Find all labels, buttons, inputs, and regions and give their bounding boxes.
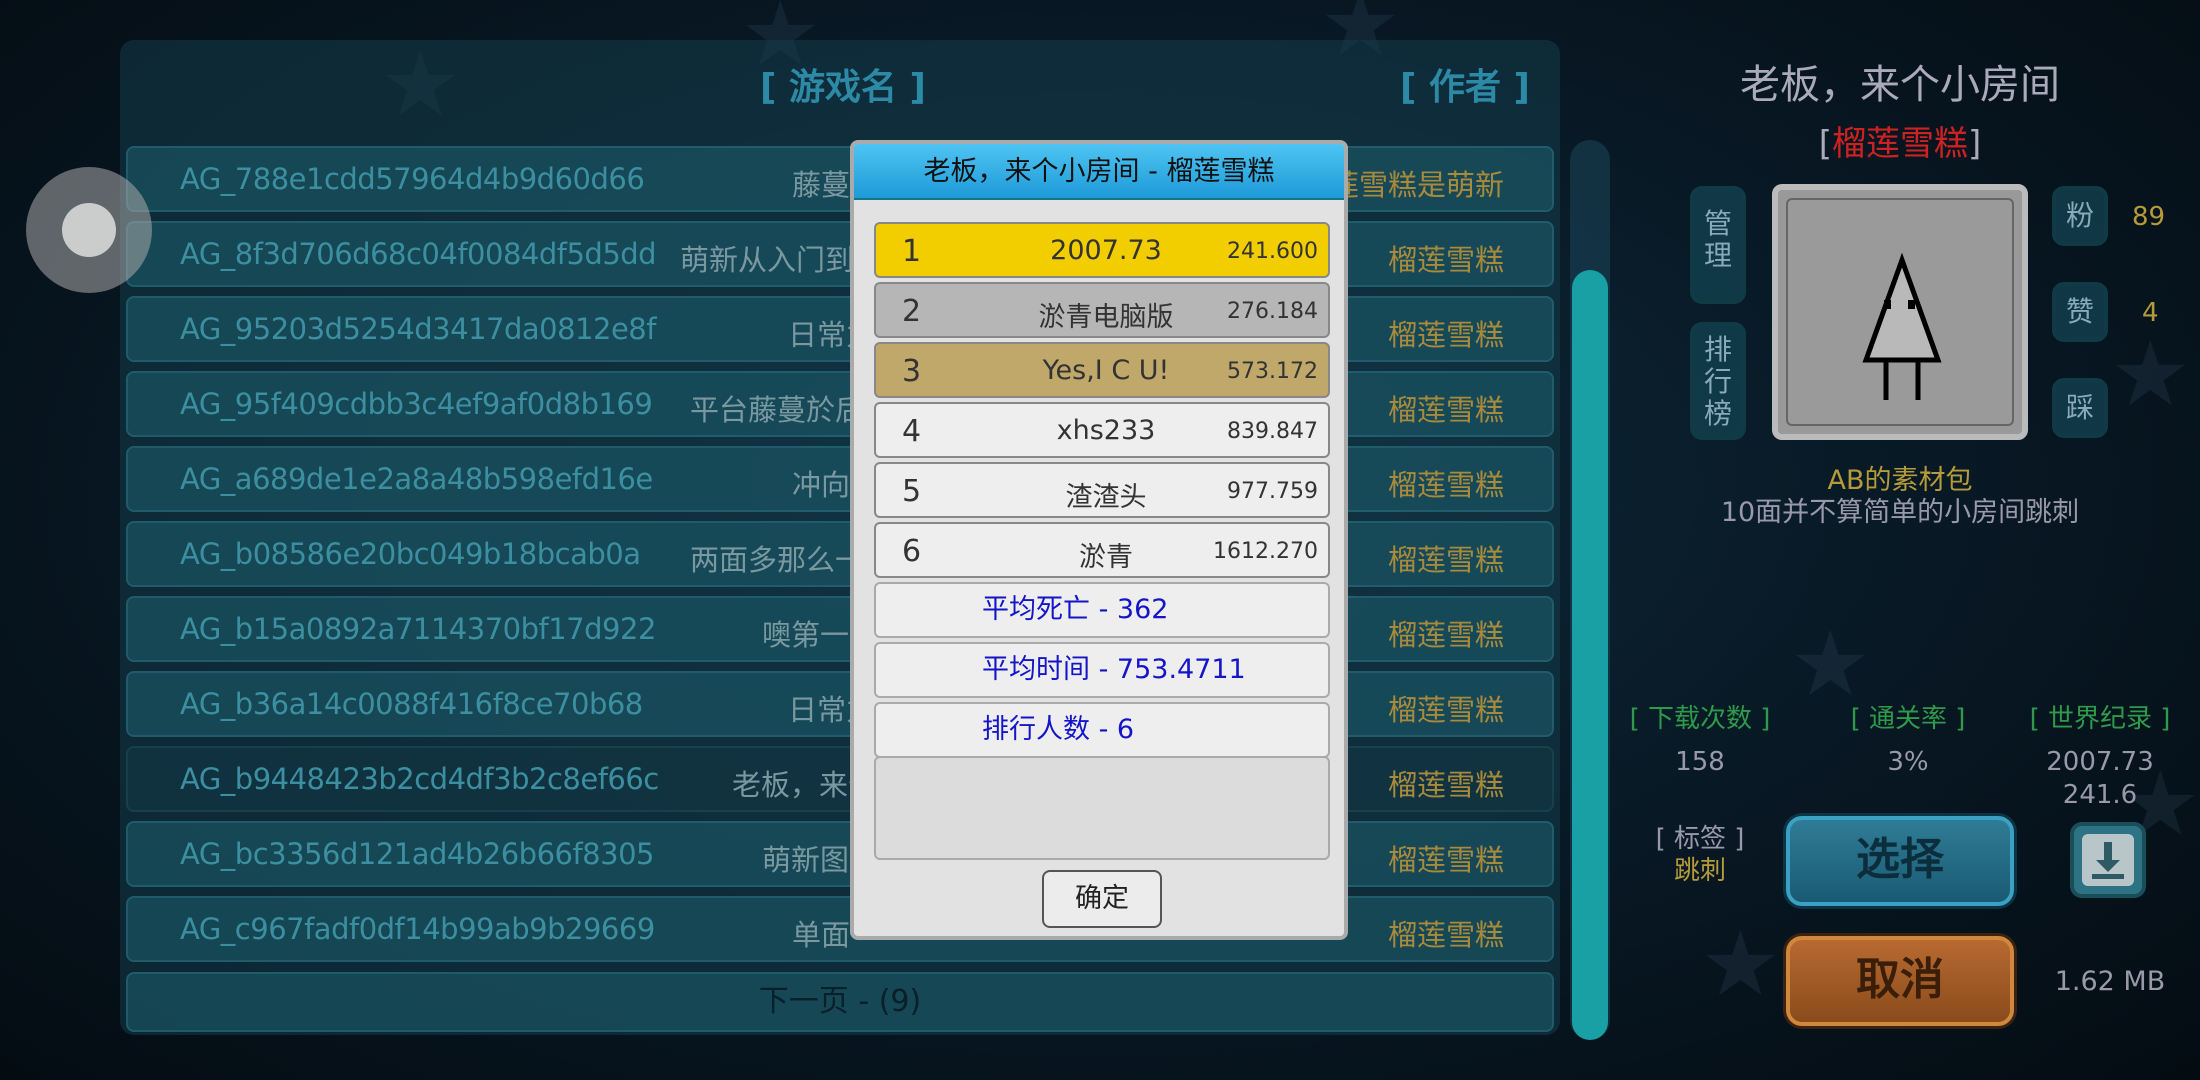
level-author: 榴莲雪糕: [1387, 618, 1504, 652]
clear-rate-header: [ 通关率 ]: [1850, 704, 1966, 734]
level-name: 萌新图: [762, 843, 850, 877]
entry-rank: 4: [902, 414, 922, 449]
column-header-author: [ 作者 ]: [1400, 67, 1530, 108]
like-count: 4: [2142, 298, 2159, 328]
empty-area: [874, 756, 1330, 860]
level-id: AG_a689de1e2a8a48b598efd16e: [180, 462, 653, 496]
level-id: AG_95f409cdbb3c4ef9af0d8b169: [180, 387, 653, 421]
level-id: AG_788e1cdd57964d4b9d60d66: [180, 162, 645, 196]
ok-button[interactable]: 确定: [1042, 870, 1162, 928]
entry-rank: 1: [902, 234, 922, 269]
level-name: 萌新从入门到: [680, 243, 855, 277]
average-time: 平均时间 - 753.4711: [874, 642, 1330, 698]
level-name: 单面: [792, 918, 851, 952]
level-author: 榴莲雪糕: [1387, 918, 1504, 952]
world-record-header: [ 世界纪录 ]: [2029, 704, 2171, 734]
level-author: 榴莲雪糕: [1387, 768, 1504, 802]
level-author: 莲雪糕是萌新: [1329, 168, 1504, 202]
level-author-name: [榴莲雪糕]: [1640, 116, 2160, 165]
background-star: ★: [2110, 322, 2191, 427]
leaderboard-dialog: 老板，来个小房间 - 榴莲雪糕 1 2007.73 241.600 2 淤青电脑…: [850, 140, 1348, 940]
level-preview-image: [1772, 184, 2028, 440]
clear-rate-value: 3%: [1887, 747, 1929, 777]
level-name: 藤蔓: [792, 168, 851, 202]
fans-button[interactable]: 粉: [2052, 186, 2108, 246]
entry-rank: 6: [902, 534, 922, 569]
level-name: 冲向: [792, 468, 851, 502]
preview-frame: [1786, 198, 2014, 426]
level-author: 榴莲雪糕: [1387, 318, 1504, 352]
world-record-value: 2007.73 241.6: [2000, 746, 2200, 812]
level-author: 榴莲雪糕: [1387, 543, 1504, 577]
level-id: AG_b15a0892a7114370bf17d922: [180, 612, 656, 646]
level-id: AG_b36a14c0088f416f8ce70b68: [180, 687, 643, 721]
entry-time: 839.847: [1227, 419, 1318, 444]
author-name: 榴莲雪糕: [1832, 124, 1968, 164]
leaderboard-button[interactable]: 排行榜: [1690, 322, 1746, 440]
entry-player: xhs233: [1056, 415, 1156, 446]
entry-rank: 2: [902, 294, 922, 329]
leaderboard-entry: 3 Yes,I C U! 573.172: [874, 342, 1330, 398]
entry-player: Yes,I C U!: [1042, 355, 1170, 386]
entry-time: 276.184: [1227, 299, 1318, 324]
level-description-line2: 10面并不算简单的小房间跳刺: [1720, 497, 2080, 528]
leaderboard-entry: 4 xhs233 839.847: [874, 402, 1330, 458]
downloads-value: 158: [1675, 747, 1725, 777]
entry-player: 淤青电脑版: [1038, 302, 1174, 333]
level-title: 老板，来个小房间: [1740, 62, 2060, 108]
level-name: 两面多那么一: [690, 543, 865, 577]
ranked-player-count: 排行人数 - 6: [874, 702, 1330, 758]
dislike-button[interactable]: 踩: [2052, 378, 2108, 438]
level-id: AG_b08586e20bc049b18bcab0a: [180, 537, 641, 571]
entry-time: 241.600: [1227, 239, 1318, 264]
entry-time: 977.759: [1227, 479, 1318, 504]
bracket-close: ]: [1968, 124, 1982, 164]
level-author: 榴莲雪糕: [1387, 468, 1504, 502]
entry-time: 573.172: [1227, 359, 1318, 384]
downloads-header: [ 下载次数 ]: [1629, 704, 1771, 734]
manage-button[interactable]: 管理: [1690, 186, 1746, 304]
joystick-knob[interactable]: [62, 203, 116, 257]
level-author: 榴莲雪糕: [1387, 693, 1504, 727]
bracket-open: [: [1818, 124, 1832, 164]
leaderboard-entry: 1 2007.73 241.600: [874, 222, 1330, 278]
world-record-holder: 2007.73: [2046, 747, 2154, 777]
like-button[interactable]: 赞: [2052, 282, 2108, 342]
entry-player: 2007.73: [1050, 235, 1162, 266]
download-icon: [2082, 834, 2134, 886]
background-star: ★: [1700, 912, 1781, 1017]
level-id: AG_95203d5254d3417da0812e8f: [180, 312, 656, 346]
level-id: AG_8f3d706d68c04f0084df5d5dd: [180, 237, 657, 271]
character-icon: [1862, 252, 1942, 400]
fans-count: 89: [2132, 202, 2166, 232]
level-author: 榴莲雪糕: [1387, 243, 1504, 277]
leaderboard-entry: 5 渣渣头 977.759: [874, 462, 1330, 518]
entry-player: 渣渣头: [1065, 482, 1147, 513]
virtual-joystick[interactable]: [26, 167, 152, 293]
download-button[interactable]: [2070, 822, 2146, 898]
level-id: AG_b9448423b2cd4df3b2c8ef66c: [180, 762, 659, 796]
leaderboard-entry: 6 淤青 1612.270: [874, 522, 1330, 578]
level-id: AG_c967fadf0df14b99ab9b29669: [180, 912, 655, 946]
leaderboard-entry: 2 淤青电脑版 276.184: [874, 282, 1330, 338]
file-size: 1.62 MB: [2054, 966, 2166, 997]
cancel-button[interactable]: 取消: [1786, 936, 2014, 1026]
entry-rank: 3: [902, 354, 922, 389]
world-record-time: 241.6: [2062, 780, 2138, 810]
level-author: 榴莲雪糕: [1387, 393, 1504, 427]
level-id: AG_bc3356d121ad4b26b66f8305: [180, 837, 654, 871]
select-button[interactable]: 选择: [1786, 816, 2014, 906]
entry-time: 1612.270: [1213, 539, 1318, 564]
tag-value: 跳刺: [1673, 856, 1726, 886]
level-name: 平台藤蔓於后: [690, 393, 865, 427]
background-star: ★: [1790, 612, 1871, 717]
average-deaths: 平均死亡 - 362: [874, 582, 1330, 638]
level-author: 榴莲雪糕: [1387, 843, 1504, 877]
dialog-title: 老板，来个小房间 - 榴莲雪糕: [854, 144, 1344, 200]
column-header-game-name: [ 游戏名 ]: [760, 67, 926, 108]
entry-rank: 5: [902, 474, 922, 509]
next-page-button[interactable]: 下一页 - (9): [126, 972, 1554, 1032]
list-scrollbar-thumb[interactable]: [1572, 270, 1608, 1040]
